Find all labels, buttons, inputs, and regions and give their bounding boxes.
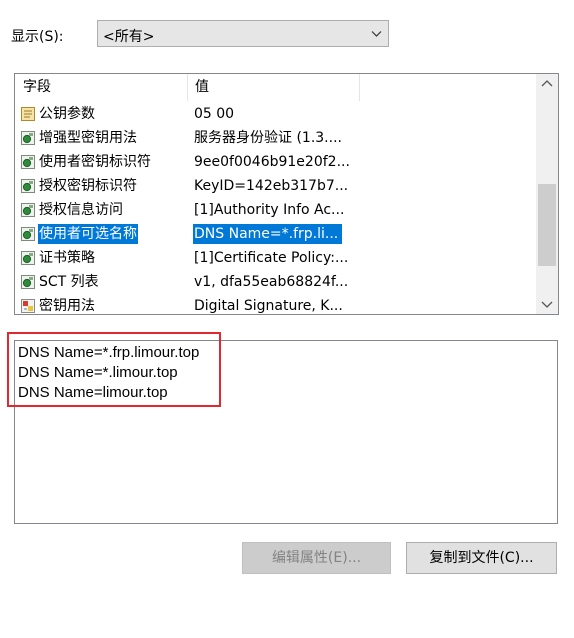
column-header-field[interactable]: 字段 — [15, 74, 187, 101]
certificate-extension-icon — [21, 227, 35, 241]
field-value: 9ee0f0046b91e20f2... — [194, 154, 350, 170]
field-name: SCT 列表 — [39, 274, 99, 290]
field-value: Digital Signature, K... — [194, 298, 343, 314]
list-row[interactable]: 授权密钥标识符 KeyID=142eb317b7... — [15, 174, 545, 198]
list-row[interactable]: SCT 列表 v1, dfa55eab68824f... — [15, 270, 545, 294]
field-value: 服务器身份验证 (1.3.... — [194, 130, 342, 146]
certificate-extension-icon — [21, 131, 35, 145]
field-name: 密钥用法 — [39, 298, 95, 314]
certificate-extension-icon — [21, 203, 35, 217]
field-name: 使用者可选名称 — [38, 224, 138, 244]
certificate-extension-icon — [21, 155, 35, 169]
list-row[interactable]: 使用者可选名称 DNS Name=*.frp.li... — [15, 222, 545, 246]
scroll-up-icon[interactable] — [536, 74, 558, 94]
list-row[interactable]: 授权信息访问 [1]Authority Info Ac... — [15, 198, 545, 222]
field-value: [1]Authority Info Ac... — [194, 202, 345, 218]
column-divider[interactable] — [359, 74, 360, 101]
field-value: v1, dfa55eab68824f... — [194, 274, 349, 290]
show-dropdown[interactable]: <所有> — [97, 20, 389, 47]
list-row[interactable]: 证书策略 [1]Certificate Policy:... — [15, 246, 545, 270]
field-list[interactable]: 字段 值 公钥参数 05 00 增强型密钥用法 服务器身份验证 (1.3.... 使用者… — [14, 73, 559, 315]
scrollbar-thumb[interactable] — [538, 184, 556, 266]
certificate-critical-extension-icon — [21, 299, 35, 313]
field-name: 证书策略 — [39, 250, 95, 266]
field-value: [1]Certificate Policy:... — [194, 250, 349, 266]
field-value: KeyID=142eb317b7... — [194, 178, 349, 194]
certificate-extension-icon — [21, 251, 35, 265]
show-dropdown-value: <所有> — [103, 29, 155, 45]
list-row[interactable]: 使用者密钥标识符 9ee0f0046b91e20f2... — [15, 150, 545, 174]
field-name: 使用者密钥标识符 — [39, 154, 151, 170]
certificate-extension-icon — [21, 275, 35, 289]
field-name: 公钥参数 — [39, 106, 95, 122]
vertical-scrollbar[interactable] — [536, 74, 558, 314]
field-value: DNS Name=*.frp.li... — [193, 224, 343, 244]
edit-properties-button[interactable]: 编辑属性(E)... — [242, 542, 391, 574]
list-row[interactable]: 密钥用法 Digital Signature, K... — [15, 294, 545, 314]
column-header-value[interactable]: 值 — [187, 74, 359, 101]
list-row[interactable]: 增强型密钥用法 服务器身份验证 (1.3.... — [15, 126, 545, 150]
certificate-field-icon — [21, 107, 35, 121]
field-name: 授权信息访问 — [39, 202, 123, 218]
certificate-extension-icon — [21, 179, 35, 193]
copy-to-file-button[interactable]: 复制到文件(C)... — [406, 542, 557, 574]
show-label: 显示(S): — [11, 29, 64, 45]
scroll-down-icon[interactable] — [536, 294, 558, 314]
annotation-highlight-box — [7, 332, 221, 407]
list-row[interactable]: 公钥参数 05 00 — [15, 102, 545, 126]
field-name: 增强型密钥用法 — [39, 130, 137, 146]
field-name: 授权密钥标识符 — [39, 178, 137, 194]
field-value: 05 00 — [194, 106, 235, 122]
chevron-down-icon — [371, 31, 382, 37]
